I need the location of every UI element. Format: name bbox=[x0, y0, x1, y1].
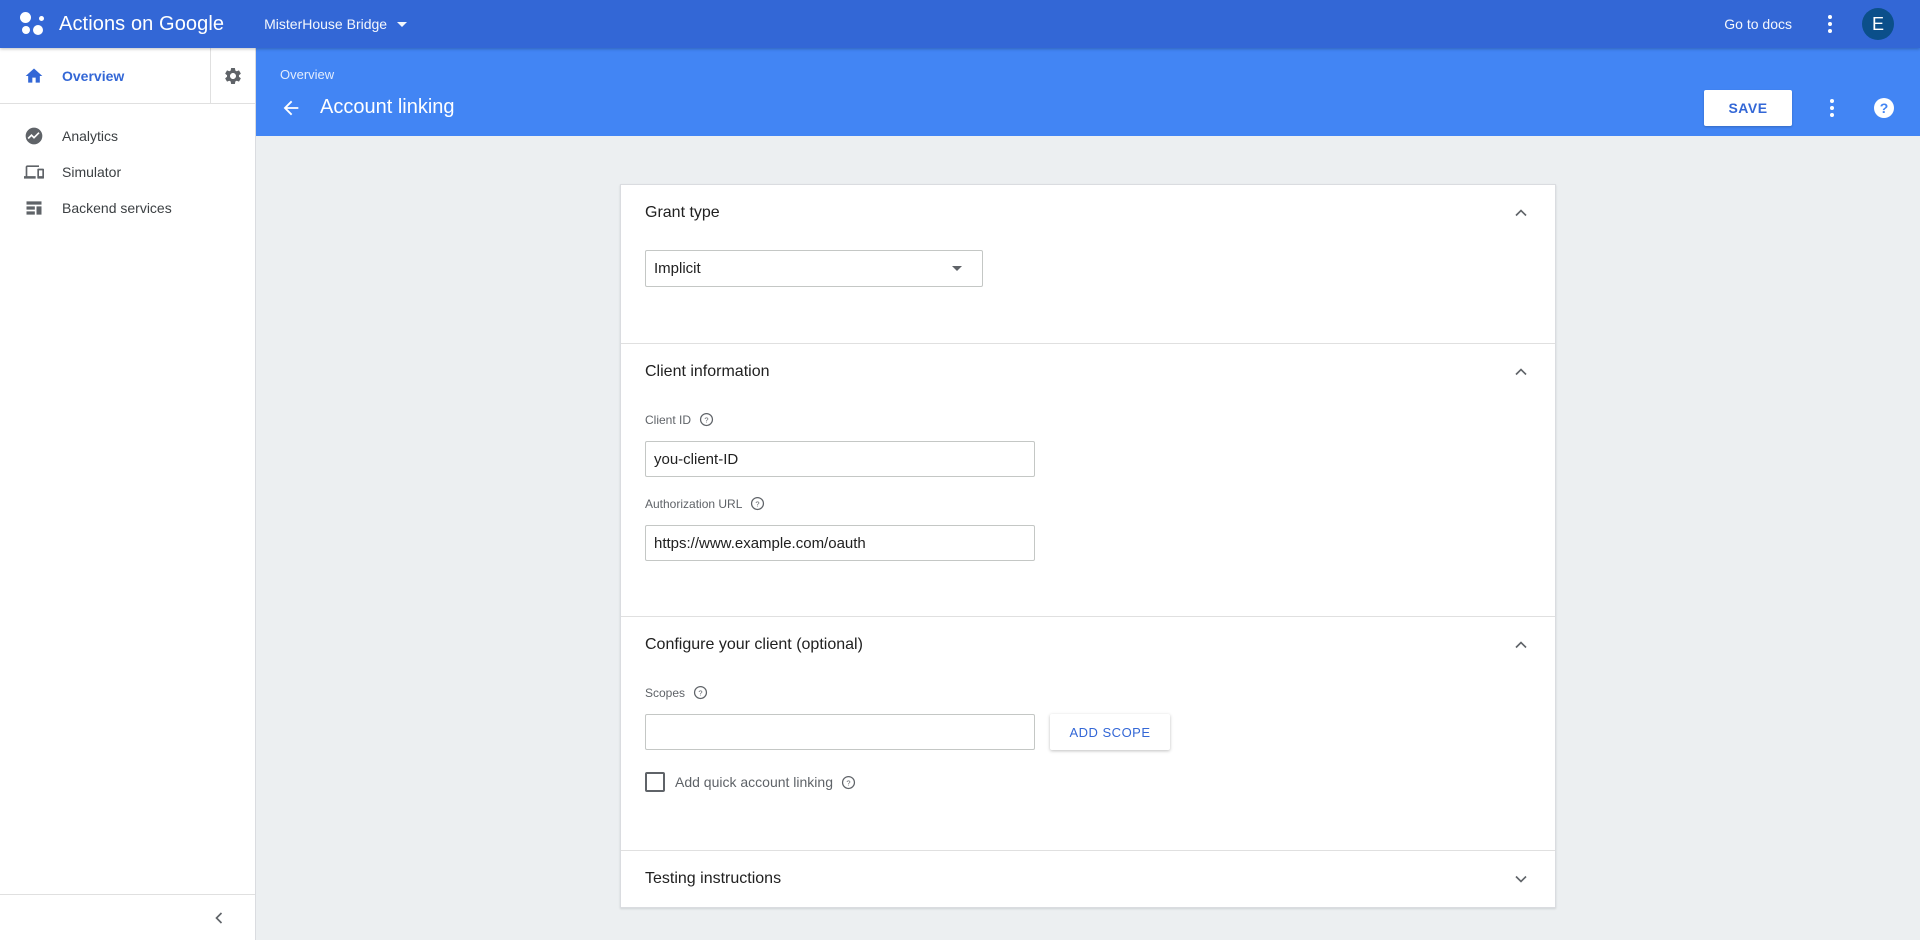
authorization-url-label: Authorization URL ? bbox=[645, 496, 765, 511]
sidebar-item-overview[interactable]: Overview bbox=[0, 47, 211, 104]
project-selector[interactable]: MisterHouse Bridge bbox=[264, 16, 408, 32]
grant-type-header[interactable]: Grant type bbox=[621, 185, 1555, 241]
sidebar-item-label: Overview bbox=[62, 67, 125, 84]
client-id-input[interactable] bbox=[645, 441, 1035, 477]
scopes-input[interactable] bbox=[645, 714, 1035, 750]
more-vert-icon[interactable] bbox=[1820, 96, 1844, 120]
app-name: Actions on Google bbox=[59, 12, 225, 35]
field-label-text: Authorization URL bbox=[645, 496, 743, 511]
authorization-url-input[interactable] bbox=[645, 525, 1035, 561]
gear-icon bbox=[225, 67, 241, 84]
page-header: Overview Account linking SAVE ? bbox=[256, 48, 1920, 136]
more-vert-icon[interactable] bbox=[1818, 12, 1842, 36]
quick-account-linking-row: Add quick account linking ? bbox=[645, 772, 856, 792]
simulator-icon bbox=[24, 165, 44, 179]
sidebar-item-label: Backend services bbox=[62, 200, 172, 216]
configure-client-section: Configure your client (optional) Scopes … bbox=[621, 617, 1555, 851]
field-label-text: Scopes bbox=[645, 685, 686, 700]
chevron-up-icon bbox=[1515, 209, 1527, 217]
help-outline-icon[interactable]: ? bbox=[699, 412, 714, 427]
collapse-sidebar-icon[interactable] bbox=[209, 908, 229, 928]
sidebar-item-label: Simulator bbox=[62, 164, 122, 180]
client-id-label: Client ID ? bbox=[645, 412, 714, 427]
help-outline-icon[interactable]: ? bbox=[693, 685, 708, 700]
svg-text:?: ? bbox=[1880, 100, 1889, 116]
breadcrumb[interactable]: Overview bbox=[280, 67, 334, 82]
grant-type-section: Grant type Implicit bbox=[621, 185, 1555, 344]
arrow-back-icon[interactable] bbox=[280, 97, 302, 119]
page-title: Account linking bbox=[320, 96, 455, 118]
quick-account-linking-label: Add quick account linking bbox=[675, 774, 833, 790]
grant-type-value: Implicit bbox=[654, 260, 701, 277]
chevron-down-icon bbox=[1515, 875, 1527, 883]
section-title: Configure your client (optional) bbox=[645, 636, 863, 653]
go-to-docs-link[interactable]: Go to docs bbox=[1724, 16, 1792, 32]
svg-text:?: ? bbox=[704, 415, 708, 424]
actions-on-google-logo[interactable] bbox=[18, 9, 48, 39]
field-label-text: Client ID bbox=[645, 412, 692, 427]
svg-text:?: ? bbox=[846, 778, 850, 787]
quick-account-linking-checkbox[interactable] bbox=[645, 772, 665, 792]
project-name: MisterHouse Bridge bbox=[264, 16, 388, 32]
dropdown-arrow-icon bbox=[952, 266, 962, 271]
help-icon[interactable]: ? bbox=[1872, 96, 1896, 120]
section-title: Client information bbox=[645, 363, 770, 380]
configure-client-header[interactable]: Configure your client (optional) bbox=[621, 617, 1555, 673]
client-information-header[interactable]: Client information bbox=[621, 344, 1555, 400]
avatar[interactable]: E bbox=[1862, 8, 1894, 40]
sidebar: Overview Analytics Simulator Backend ser… bbox=[0, 47, 256, 940]
section-title: Testing instructions bbox=[645, 870, 782, 887]
settings-button[interactable] bbox=[211, 66, 255, 86]
add-scope-button[interactable]: ADD SCOPE bbox=[1050, 714, 1170, 750]
svg-text:?: ? bbox=[698, 688, 702, 697]
sidebar-item-analytics[interactable]: Analytics bbox=[0, 118, 255, 154]
help-outline-icon[interactable]: ? bbox=[841, 775, 856, 790]
sidebar-item-backend-services[interactable]: Backend services bbox=[0, 190, 255, 226]
grant-type-select[interactable]: Implicit bbox=[645, 250, 983, 287]
help-outline-icon[interactable]: ? bbox=[750, 496, 765, 511]
scopes-label: Scopes ? bbox=[645, 685, 708, 700]
chevron-up-icon bbox=[1515, 641, 1527, 649]
svg-text:?: ? bbox=[756, 499, 760, 508]
chevron-up-icon bbox=[1515, 368, 1527, 376]
client-information-section: Client information Client ID ? Authoriza… bbox=[621, 344, 1555, 617]
testing-instructions-header[interactable]: Testing instructions bbox=[621, 851, 1555, 907]
chevron-down-icon bbox=[397, 21, 408, 27]
testing-instructions-section: Testing instructions bbox=[621, 851, 1555, 908]
sidebar-item-simulator[interactable]: Simulator bbox=[0, 154, 255, 190]
home-icon bbox=[25, 68, 43, 83]
account-linking-card: Grant type Implicit Client information C… bbox=[620, 184, 1556, 908]
top-app-bar: Actions on Google MisterHouse Bridge Go … bbox=[0, 0, 1920, 48]
section-title: Grant type bbox=[645, 204, 720, 221]
save-button[interactable]: SAVE bbox=[1704, 90, 1792, 126]
sidebar-item-label: Analytics bbox=[62, 128, 119, 144]
backend-services-icon bbox=[26, 201, 42, 215]
analytics-icon bbox=[25, 127, 43, 145]
